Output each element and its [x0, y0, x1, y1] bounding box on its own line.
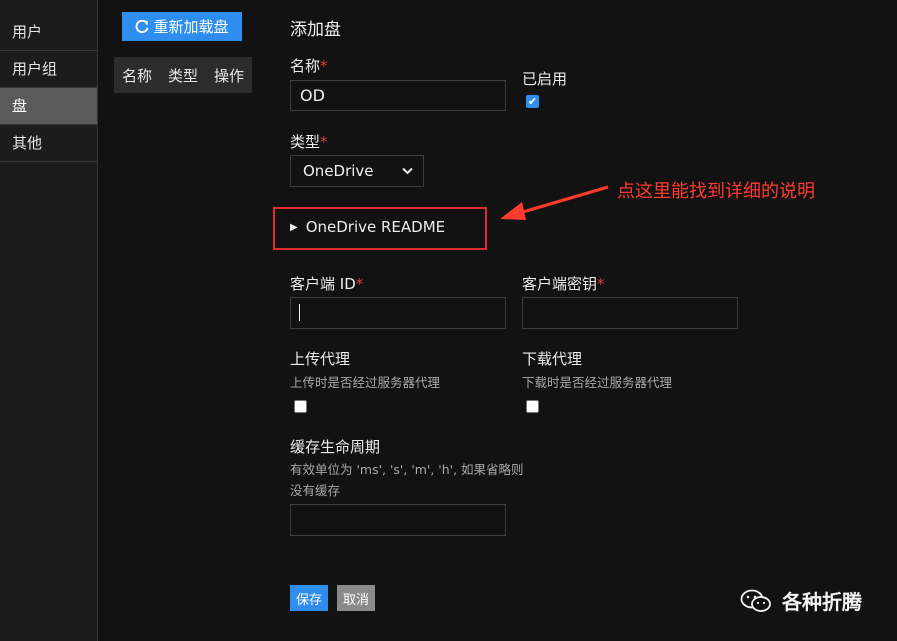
cache-ttl-label: 缓存生命周期	[290, 438, 381, 456]
enabled-checkbox[interactable]: ✔	[526, 95, 539, 108]
sidebar-item-other[interactable]: 其他	[0, 125, 97, 162]
column-header-actions: 操作	[214, 66, 245, 85]
check-icon: ✔	[527, 95, 538, 108]
download-proxy-hint: 下载时是否经过服务器代理	[522, 375, 673, 390]
cache-ttl-input[interactable]	[290, 504, 506, 536]
sidebar-item-users[interactable]: 用户	[0, 14, 97, 51]
sidebar: 用户 用户组 盘 其他	[0, 0, 98, 641]
type-label: 类型*	[290, 133, 328, 151]
sidebar-item-user-groups[interactable]: 用户组	[0, 51, 97, 88]
reload-disks-label: 重新加载盘	[153, 18, 229, 36]
name-input[interactable]	[290, 80, 506, 111]
name-label: 名称*	[290, 57, 328, 75]
download-proxy-checkbox[interactable]	[526, 400, 539, 413]
refresh-icon	[136, 19, 150, 33]
upload-proxy-checkbox[interactable]	[294, 400, 307, 413]
watermark-text: 各种折腾	[782, 590, 862, 614]
upload-proxy-hint: 上传时是否经过服务器代理	[290, 375, 441, 390]
save-button[interactable]: 保存	[290, 585, 329, 611]
sidebar-item-disks[interactable]: 盘	[0, 88, 97, 125]
column-header-type: 类型	[168, 66, 199, 85]
client-secret-input[interactable]	[522, 297, 738, 329]
enabled-label: 已启用	[522, 70, 568, 88]
type-select[interactable]: OneDrive	[290, 155, 424, 187]
watermark: 各种折腾	[740, 586, 862, 615]
reload-disks-button[interactable]: 重新加载盘	[122, 12, 242, 41]
highlight-box	[273, 207, 487, 250]
cache-ttl-hint: 有效单位为 'ms', 's', 'm', 'h', 如果省略则没有缓存	[290, 462, 524, 498]
upload-proxy-label: 上传代理	[290, 350, 351, 368]
annotation-text: 点这里能找到详细的说明	[617, 181, 815, 202]
text-cursor	[299, 304, 300, 321]
column-header-name: 名称	[122, 66, 153, 85]
annotation-arrow-icon	[500, 185, 609, 220]
download-proxy-label: 下载代理	[522, 350, 583, 368]
client-secret-label: 客户端密钥*	[522, 275, 605, 293]
client-id-label: 客户端 ID*	[290, 275, 364, 293]
chevron-down-icon	[402, 167, 413, 175]
page-title: 添加盘	[290, 20, 341, 40]
type-select-value: OneDrive	[303, 162, 374, 180]
client-id-input[interactable]	[290, 297, 506, 329]
wechat-icon	[740, 589, 771, 612]
cancel-button[interactable]: 取消	[337, 585, 376, 611]
disk-table-header: 名称 类型 操作	[114, 57, 253, 93]
